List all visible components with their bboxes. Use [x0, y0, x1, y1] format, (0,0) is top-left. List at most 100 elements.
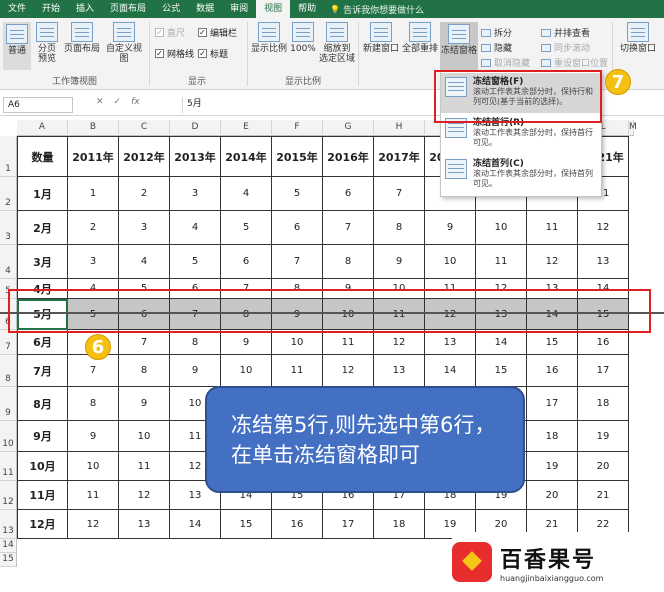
table-cell[interactable]: 12月 [17, 510, 68, 539]
table-cell[interactable]: 5 [272, 177, 323, 211]
menu-tab-2[interactable]: 插入 [68, 0, 102, 18]
table-cell[interactable]: 8 [119, 355, 170, 387]
table-cell[interactable]: 20 [578, 452, 629, 481]
table-cell[interactable]: 9 [170, 355, 221, 387]
table-cell[interactable]: 12 [374, 330, 425, 355]
menu-tab-3[interactable]: 页面布局 [102, 0, 154, 18]
row-header-4[interactable]: 4 [0, 245, 17, 279]
table-cell[interactable]: 18 [578, 387, 629, 421]
sync-scroll-button[interactable]: 同步滚动 [541, 41, 590, 54]
freeze-panes-button[interactable]: 冻结窗格 [440, 22, 478, 70]
column-header-C[interactable]: C [119, 120, 170, 136]
table-cell[interactable]: 9 [68, 421, 119, 452]
column-header-M[interactable]: M [629, 120, 637, 136]
table-cell[interactable]: 10月 [17, 452, 68, 481]
headings-checkbox[interactable]: ✓ 标题 [198, 47, 228, 60]
table-cell[interactable]: 4 [221, 177, 272, 211]
table-cell[interactable]: 2月 [17, 211, 68, 245]
table-cell[interactable]: 13 [425, 330, 476, 355]
table-cell[interactable]: 5 [170, 245, 221, 279]
column-header-G[interactable]: G [323, 120, 374, 136]
table-cell[interactable]: 3 [119, 211, 170, 245]
table-cell[interactable]: 14 [170, 510, 221, 539]
table-cell[interactable]: 12 [68, 510, 119, 539]
table-cell[interactable]: 9 [374, 245, 425, 279]
table-cell[interactable]: 3 [170, 177, 221, 211]
table-cell[interactable]: 10 [272, 330, 323, 355]
menu-tab-4[interactable]: 公式 [154, 0, 188, 18]
table-cell[interactable]: 11 [119, 452, 170, 481]
page-break-preview-button[interactable]: 分页 预览 [33, 22, 61, 64]
row-header-13[interactable]: 13 [0, 510, 17, 539]
row-header-8[interactable]: 8 [0, 355, 17, 387]
table-cell[interactable]: 13 [119, 510, 170, 539]
table-header-cell[interactable]: 2014年 [221, 136, 272, 177]
table-cell[interactable]: 14 [476, 330, 527, 355]
zoom-button[interactable]: 显示比例 [251, 22, 287, 54]
table-cell[interactable]: 10 [476, 211, 527, 245]
table-cell[interactable]: 3 [68, 245, 119, 279]
column-header-H[interactable]: H [374, 120, 425, 136]
table-cell[interactable]: 19 [527, 452, 578, 481]
table-cell[interactable]: 9 [425, 211, 476, 245]
row-header-9[interactable]: 9 [0, 387, 17, 421]
row-header-11[interactable]: 11 [0, 452, 17, 481]
table-cell[interactable]: 5 [221, 211, 272, 245]
ruler-checkbox[interactable]: ✓ 直尺 [155, 26, 185, 39]
column-header-D[interactable]: D [170, 120, 221, 136]
custom-view-button[interactable]: 自定义视图 [102, 22, 146, 64]
table-header-cell[interactable]: 数量 [17, 136, 68, 177]
table-cell[interactable]: 6 [221, 245, 272, 279]
table-cell[interactable]: 17 [323, 510, 374, 539]
table-cell[interactable]: 3月 [17, 245, 68, 279]
table-cell[interactable]: 15 [221, 510, 272, 539]
table-cell[interactable]: 12 [527, 245, 578, 279]
table-cell[interactable]: 1 [68, 177, 119, 211]
zoom-100-button[interactable]: 100% [289, 22, 317, 54]
table-cell[interactable]: 10 [68, 452, 119, 481]
row-header-3[interactable]: 3 [0, 211, 17, 245]
menu-tab-7[interactable]: 视图 [256, 0, 291, 18]
enter-icon[interactable]: ✓ [114, 97, 122, 107]
table-cell[interactable]: 10 [425, 245, 476, 279]
gridlines-checkbox[interactable]: ✓ 网格线 [155, 47, 194, 60]
unhide-button[interactable]: 取消隐藏 [481, 56, 530, 69]
row-header-15[interactable]: 15 [0, 553, 17, 567]
table-cell[interactable]: 11 [527, 211, 578, 245]
table-cell[interactable]: 15 [476, 355, 527, 387]
table-cell[interactable]: 18 [527, 421, 578, 452]
column-header-B[interactable]: B [68, 120, 119, 136]
page-layout-button[interactable]: 页面布局 [64, 22, 100, 54]
table-cell[interactable]: 6月 [17, 330, 68, 355]
table-cell[interactable]: 17 [527, 387, 578, 421]
table-cell[interactable]: 8 [170, 330, 221, 355]
arrange-all-button[interactable]: 全部重排 [401, 22, 439, 54]
column-header-E[interactable]: E [221, 120, 272, 136]
table-cell[interactable]: 8 [374, 211, 425, 245]
table-cell[interactable]: 8 [68, 387, 119, 421]
menu-tab-5[interactable]: 数据 [188, 0, 222, 18]
table-cell[interactable]: 7 [272, 245, 323, 279]
table-cell[interactable]: 19 [578, 421, 629, 452]
freeze-menu-item-2[interactable]: 冻结首列(C) 滚动工作表其余部分时，保持首列可见。 [441, 155, 601, 195]
table-cell[interactable]: 13 [374, 355, 425, 387]
menu-tab-0[interactable]: 文件 [0, 0, 34, 18]
table-cell[interactable]: 9 [221, 330, 272, 355]
table-cell[interactable]: 16 [272, 510, 323, 539]
table-cell[interactable]: 2 [68, 211, 119, 245]
table-cell[interactable]: 9月 [17, 421, 68, 452]
table-cell[interactable]: 14 [425, 355, 476, 387]
table-header-cell[interactable]: 2011年 [68, 136, 119, 177]
table-cell[interactable]: 6 [323, 177, 374, 211]
table-cell[interactable]: 18 [374, 510, 425, 539]
table-cell[interactable]: 1月 [17, 177, 68, 211]
row-header-10[interactable]: 10 [0, 421, 17, 452]
side-by-side-button[interactable]: 并排查看 [541, 26, 590, 39]
table-cell[interactable]: 7 [374, 177, 425, 211]
table-cell[interactable]: 11 [323, 330, 374, 355]
table-cell[interactable]: 13 [578, 245, 629, 279]
table-cell[interactable]: 15 [527, 330, 578, 355]
table-cell[interactable]: 4 [119, 245, 170, 279]
table-cell[interactable]: 12 [119, 481, 170, 510]
table-cell[interactable]: 12 [323, 355, 374, 387]
